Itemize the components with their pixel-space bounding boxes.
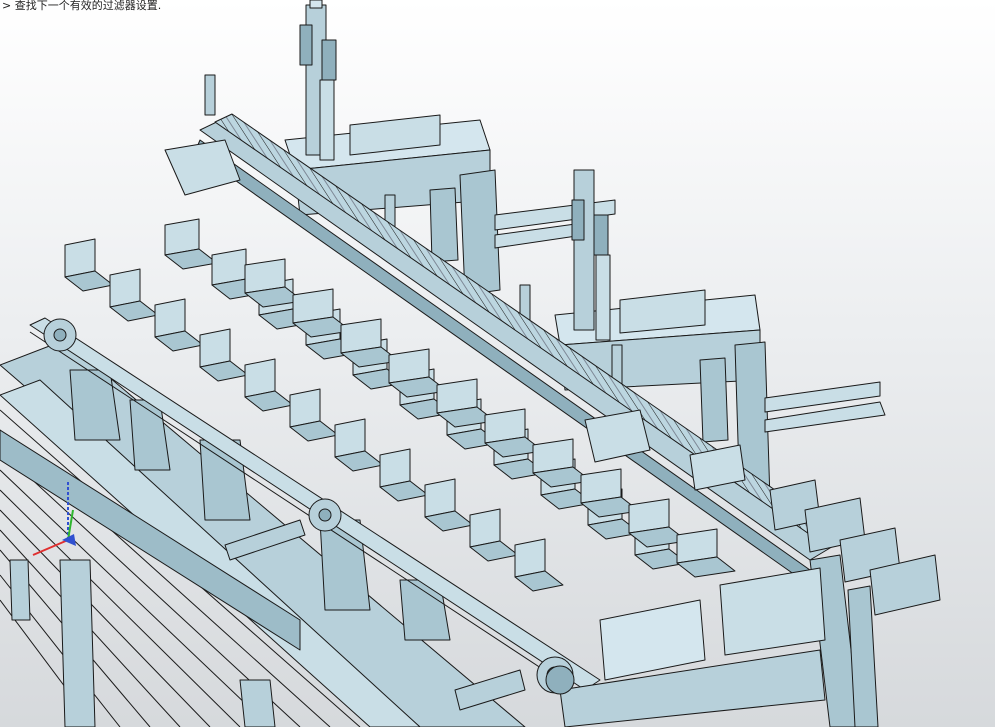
tray	[109, 268, 141, 308]
tray	[469, 508, 501, 548]
tray	[64, 238, 96, 278]
cad-3d-viewport[interactable]	[0, 0, 995, 727]
tray	[244, 358, 276, 398]
tray	[154, 298, 186, 338]
tray	[199, 328, 231, 368]
tray	[334, 418, 366, 458]
x-axis	[32, 539, 69, 556]
cad-assembly-model[interactable]	[0, 0, 941, 727]
lower-right-assembly	[545, 567, 826, 727]
tray	[289, 388, 321, 428]
tray	[379, 448, 411, 488]
tray	[514, 538, 546, 578]
tray	[424, 478, 456, 518]
coordinate-triad	[32, 480, 76, 556]
